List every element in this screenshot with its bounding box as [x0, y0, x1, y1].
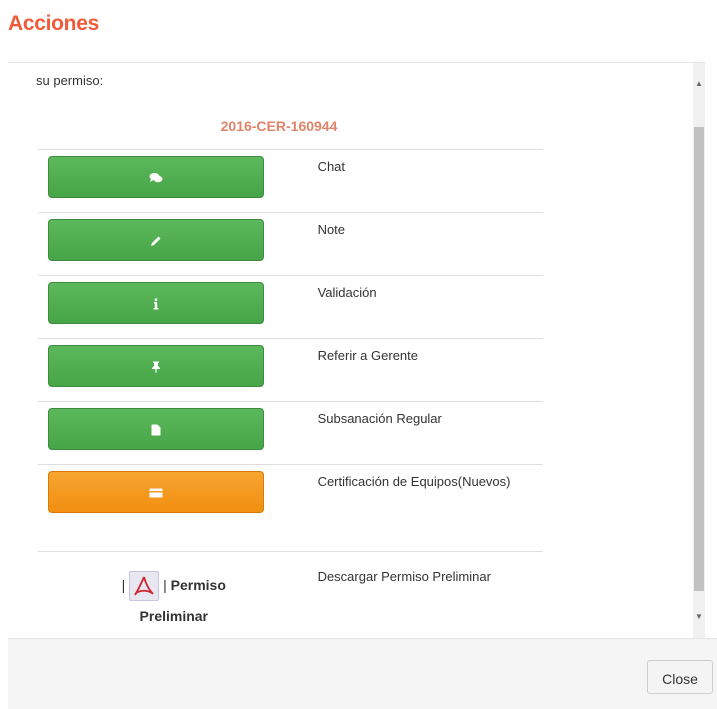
action-row-subsanacion: Subsanación Regular — [38, 401, 543, 465]
referir-gerente-button[interactable] — [48, 345, 264, 387]
actions-table: Chat Note Validación Referir a Gerente S… — [38, 149, 543, 638]
pdf-separator-right: | — [163, 577, 167, 593]
note-label: Note — [309, 212, 543, 276]
pdf-link-text-2[interactable]: Preliminar — [140, 608, 208, 624]
subsanacion-button[interactable] — [48, 408, 264, 450]
modal-title: Acciones — [8, 12, 99, 35]
action-row-pdf: | | Permiso Preliminar Descargar Permiso… — [38, 551, 543, 638]
pdf-link-text-1[interactable]: Permiso — [171, 577, 226, 593]
pdf-download-link[interactable]: | | Permiso Preliminar — [38, 551, 310, 638]
scroll-up-arrow-icon[interactable]: ▲ — [693, 77, 705, 91]
referir-gerente-label: Referir a Gerente — [309, 338, 543, 402]
certificacion-label: Certificación de Equipos(Nuevos) — [309, 464, 543, 552]
scroll-thumb[interactable] — [694, 127, 704, 591]
action-row-referir: Referir a Gerente — [38, 338, 543, 402]
validacion-button[interactable] — [48, 282, 264, 324]
modal-footer: Close — [8, 638, 717, 709]
pdf-separator-left: | — [121, 577, 126, 593]
action-row-certificacion: Certificación de Equipos(Nuevos) — [38, 464, 543, 552]
chat-button[interactable] — [48, 156, 264, 198]
document-icon — [151, 424, 161, 436]
card-icon — [149, 488, 163, 498]
scroll-down-arrow-icon[interactable]: ▼ — [693, 610, 705, 624]
intro-text: su permiso: — [36, 73, 104, 88]
note-button[interactable] — [48, 219, 264, 261]
close-button[interactable]: Close — [647, 660, 713, 694]
action-row-chat: Chat — [38, 149, 543, 213]
chat-icon — [149, 172, 163, 182]
info-icon — [153, 298, 159, 310]
action-row-validacion: Validación — [38, 275, 543, 339]
certificacion-button[interactable] — [48, 471, 264, 513]
permit-number: 2016-CER-160944 — [220, 118, 338, 134]
pdf-download-label: Descargar Permiso Preliminar — [309, 551, 543, 638]
vertical-scrollbar[interactable]: ▲ ▼ — [693, 63, 705, 638]
modal-body: su permiso: 2016-CER-160944 Chat Note Va… — [8, 62, 705, 638]
action-row-note: Note — [38, 212, 543, 276]
pencil-icon — [151, 236, 161, 246]
pdf-file-icon[interactable] — [129, 571, 160, 602]
validacion-label: Validación — [309, 275, 543, 339]
pin-icon — [152, 361, 160, 373]
chat-label: Chat — [309, 149, 543, 213]
subsanacion-label: Subsanación Regular — [309, 401, 543, 465]
